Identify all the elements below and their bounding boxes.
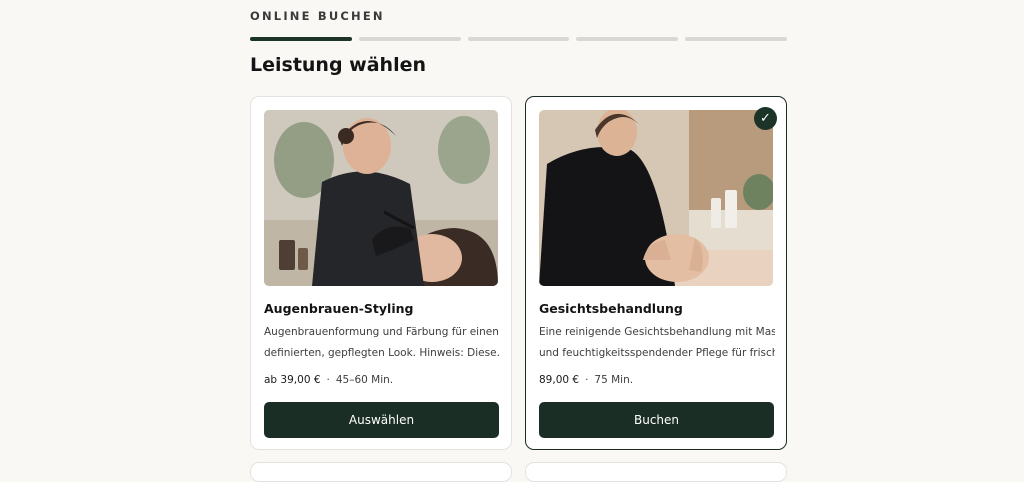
service-description-line-2: definierten, gepflegten Look. Hinweis: D… [264,347,500,359]
service-card-peek[interactable] [525,462,787,482]
service-title: Augenbrauen-Styling [264,301,414,316]
progress-step-2 [358,37,461,41]
facial-treatment-photo [539,110,773,286]
meta-separator: · [585,374,589,386]
service-card-facial-treatment[interactable]: ✓ Gesichtsbehandlung Eine reinigende Ges… [525,96,787,450]
service-description-line-1: Augenbrauenformung und Färbung für einen [264,326,499,338]
progress-steps [250,37,787,42]
service-meta: ab 39,00 € · 45–60 Min. [264,374,393,386]
service-duration: 75 Min. [594,374,634,386]
eyebrow-styling-photo [264,110,498,286]
section-kicker: ONLINE BUCHEN [250,9,385,23]
service-description-line-2: und feuchtigkeitsspendender Pflege für f… [539,347,775,359]
selected-check-icon: ✓ [754,107,777,130]
meta-separator: · [326,374,330,386]
book-service-button[interactable]: Buchen [539,402,774,438]
progress-step-1 [250,37,352,41]
service-meta: 89,00 € · 75 Min. [539,374,633,386]
service-price: ab 39,00 € [264,374,321,386]
service-description: Augenbrauenformung und Färbung für einen… [264,322,500,364]
select-service-button[interactable]: Auswählen [264,402,499,438]
progress-step-4 [576,37,679,41]
progress-step-3 [467,37,570,41]
page-title: Leistung wählen [250,54,426,76]
service-card-peek[interactable] [250,462,512,482]
booking-page: ONLINE BUCHEN Leistung wählen Augenbraue… [250,0,787,482]
service-description-line-1: Eine reinigende Gesichtsbehandlung mit M… [539,326,775,338]
service-duration: 45–60 Min. [335,374,394,386]
service-price: 89,00 € [539,374,580,386]
service-title: Gesichtsbehandlung [539,301,683,316]
progress-step-5 [685,37,787,41]
service-description: Eine reinigende Gesichtsbehandlung mit M… [539,322,775,364]
service-card-eyebrow-styling[interactable]: Augenbrauen-Styling Augenbrauenformung u… [250,96,512,450]
